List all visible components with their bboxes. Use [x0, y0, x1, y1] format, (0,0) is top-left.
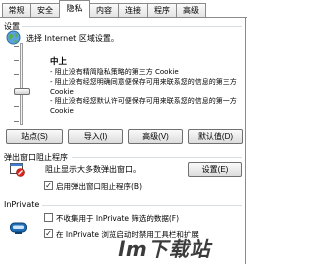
- default-button[interactable]: 默认值(D): [188, 129, 243, 144]
- inprivate-group-label: InPrivate: [4, 200, 40, 209]
- slider-tick: [14, 74, 19, 75]
- sites-button[interactable]: 站点(S): [6, 129, 63, 144]
- inprivate-icon: [10, 221, 27, 235]
- settings-group-rule: [22, 26, 242, 27]
- tab-strip: 常规 安全 隐私 内容 连接 程序 高级: [0, 0, 247, 18]
- advanced-button[interactable]: 高级(V): [128, 129, 183, 144]
- tab-general[interactable]: 常规: [2, 3, 31, 17]
- tab-privacy[interactable]: 隐私: [59, 0, 90, 18]
- privacy-level-desc-2: - 阻止没有经您明确同意便保存可用来联系您的信息的第三方 Cookie: [50, 78, 237, 96]
- tab-connections[interactable]: 连接: [118, 3, 148, 17]
- globe-icon: [6, 30, 21, 45]
- privacy-level-desc-1: - 阻止没有精简隐私策略的第三方 Cookie: [50, 68, 179, 76]
- privacy-level-desc-3: - 阻止没有经您默认许可便保存可用来联系您的信息的第一方 Cookie: [50, 97, 237, 115]
- inprivate-disable-toolbar-checkbox[interactable]: ✓: [44, 229, 53, 238]
- slider-tick: [14, 60, 19, 61]
- privacy-slider-thumb[interactable]: [14, 88, 30, 95]
- popup-settings-button[interactable]: 设置(E): [188, 162, 242, 177]
- import-button[interactable]: 导入(I): [68, 129, 123, 144]
- popup-group-rule: [72, 157, 242, 158]
- inprivate-no-collect-checkbox[interactable]: [44, 213, 53, 222]
- slider-tick: [14, 106, 19, 107]
- watermark-logo: lm下载站: [118, 237, 211, 261]
- inprivate-no-collect-label: 不收集用于 InPrivate 筛选的数据(F): [56, 214, 180, 223]
- inprivate-group-rule: [42, 205, 242, 206]
- popup-enable-label: 启用弹出窗口阻止程序(B): [56, 182, 142, 191]
- tab-security[interactable]: 安全: [30, 3, 60, 17]
- no-popup-icon: [10, 163, 25, 177]
- popup-prevent-label: 阻止显示大多数弹出窗口。: [45, 165, 141, 174]
- tab-programs[interactable]: 程序: [147, 3, 177, 17]
- tab-content[interactable]: 内容: [89, 3, 119, 17]
- slider-tick: [14, 121, 19, 122]
- privacy-slider-track[interactable]: [20, 43, 23, 125]
- popup-group-label: 弹出窗口阻止程序: [4, 153, 68, 162]
- tab-advanced[interactable]: 高级: [176, 3, 206, 17]
- zone-prompt: 选择 Internet 区域设置。: [26, 34, 119, 43]
- popup-enable-checkbox[interactable]: ✓: [44, 181, 53, 190]
- privacy-level-title: 中上: [50, 57, 68, 67]
- slider-tick: [14, 46, 19, 47]
